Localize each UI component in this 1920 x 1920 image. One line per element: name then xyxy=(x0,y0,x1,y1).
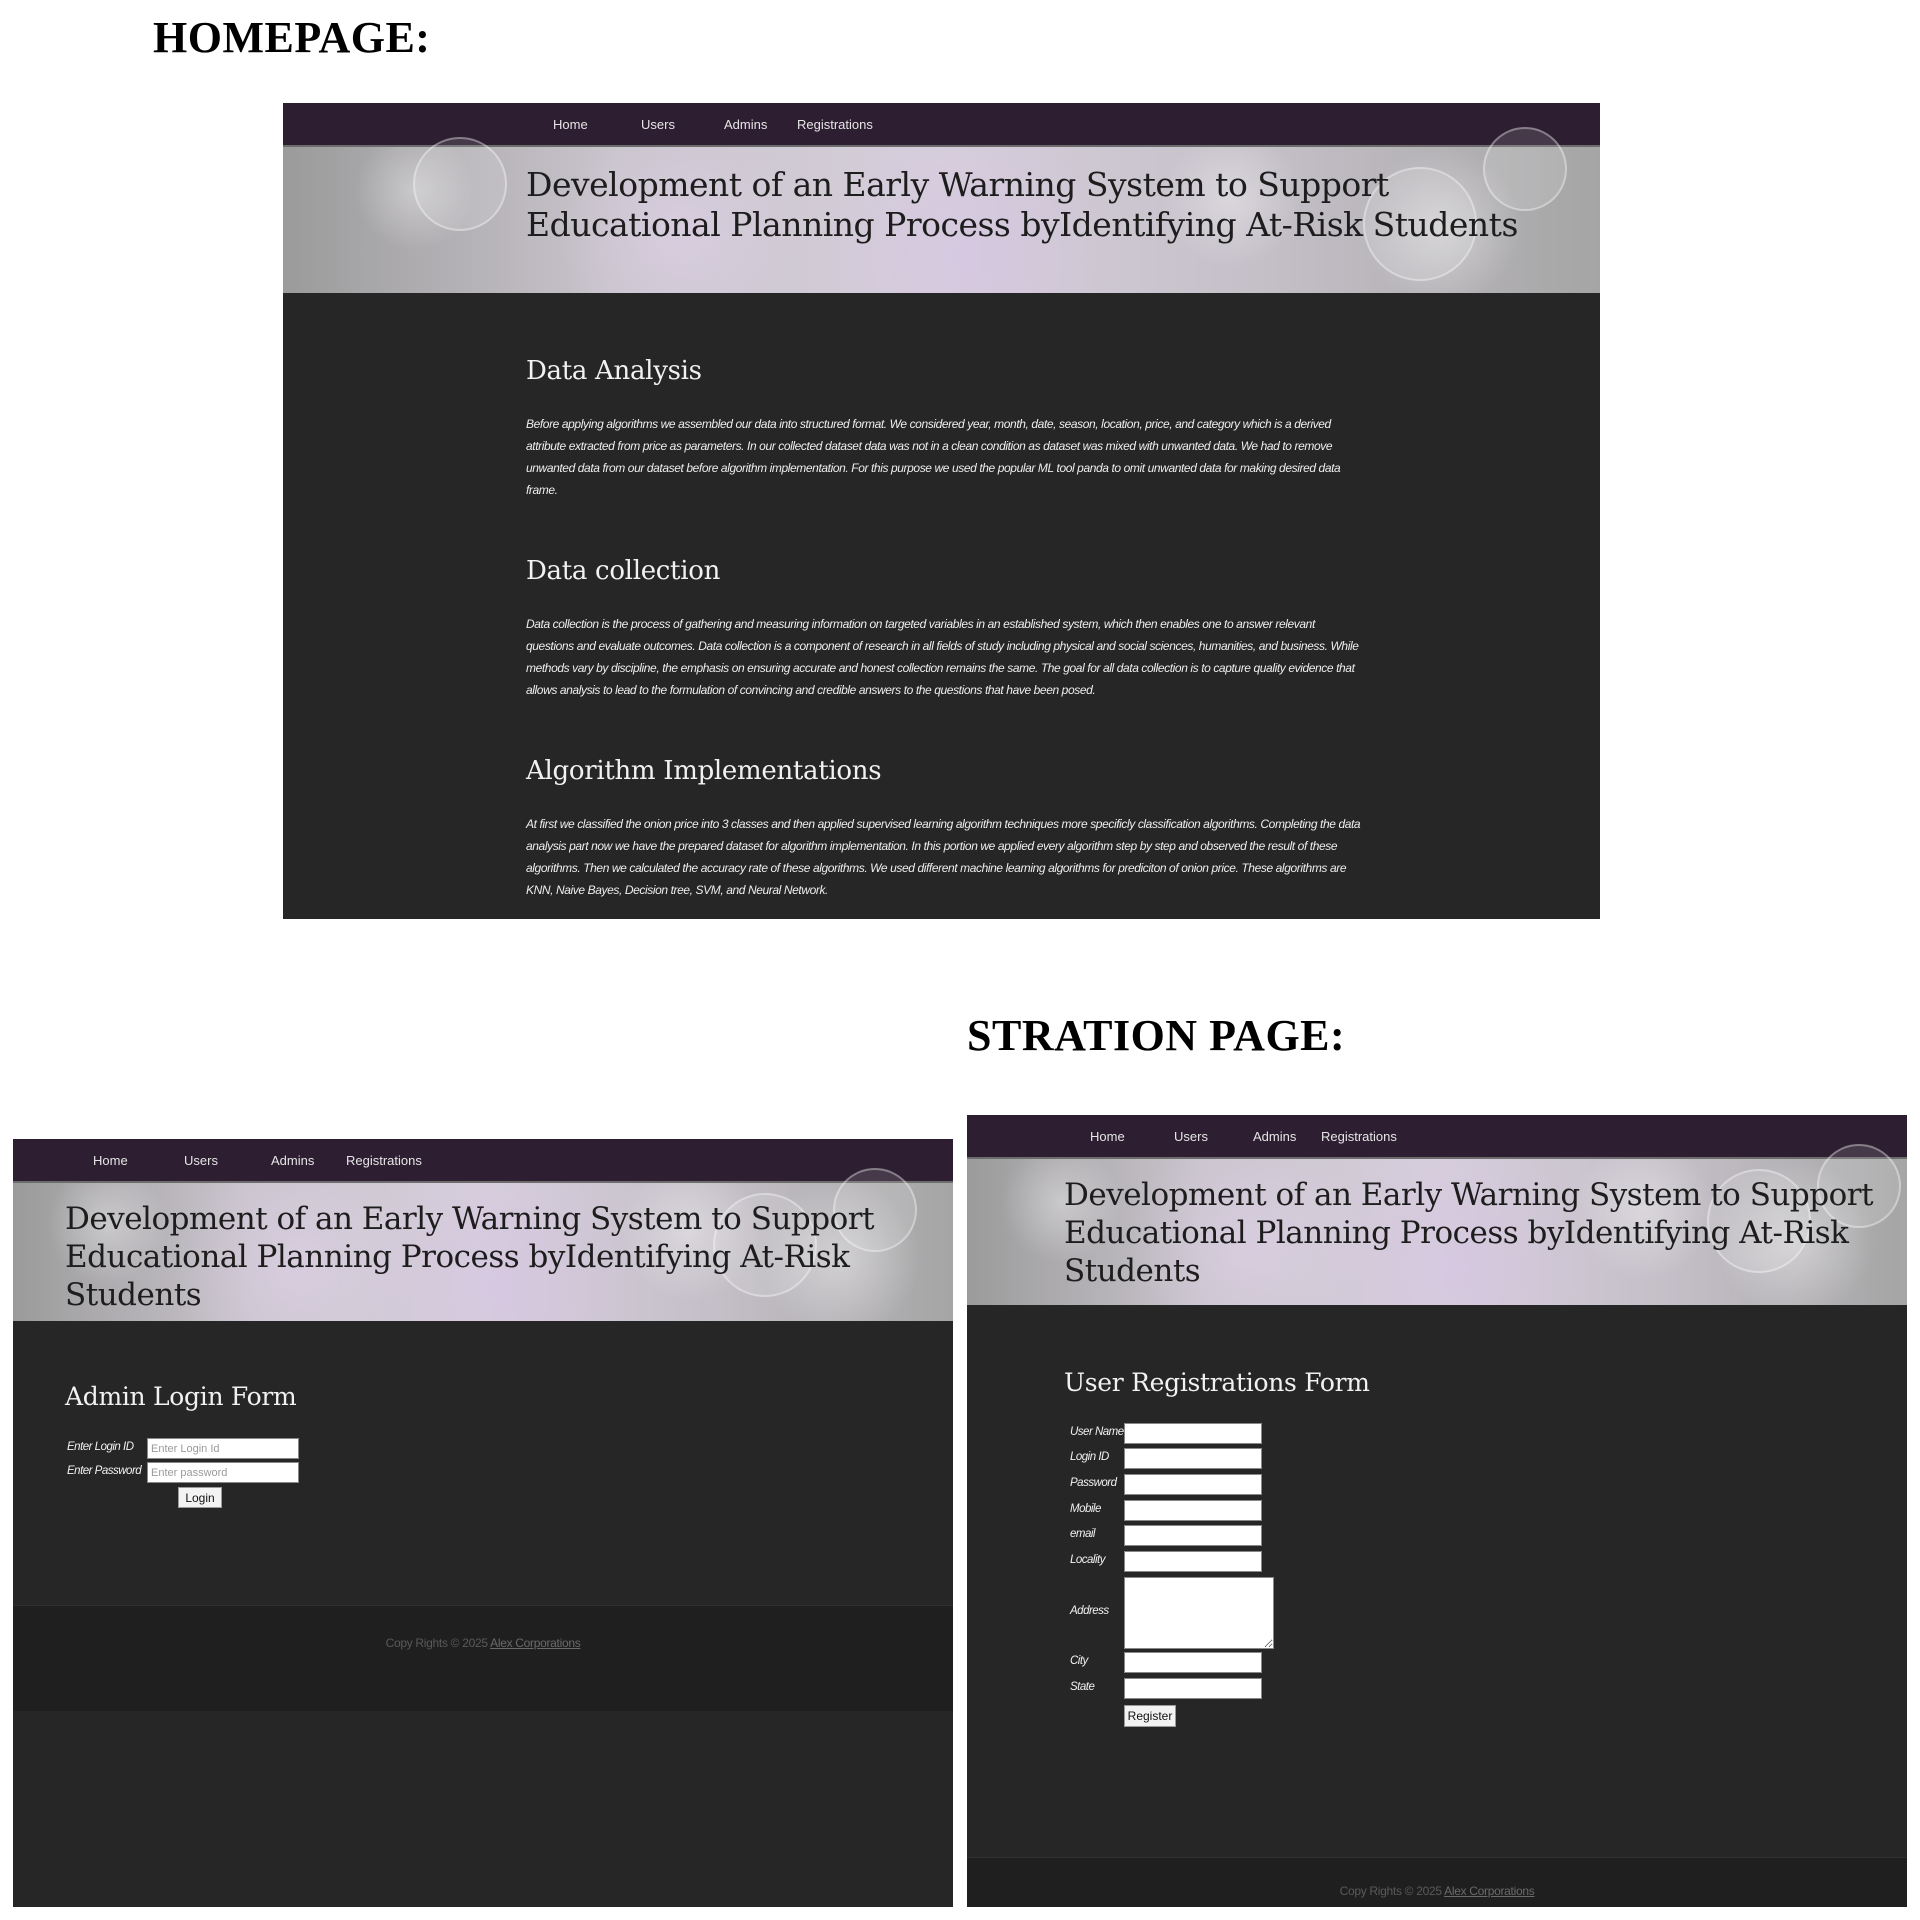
nav-users[interactable]: Users xyxy=(641,117,675,132)
copyright-label: Copy Rights © 2025 xyxy=(385,1636,488,1650)
footer: Copy Rights © 2025 Alex Corporations xyxy=(13,1605,953,1711)
section-heading: Data collection xyxy=(526,556,721,586)
login-id-label: Enter Login ID xyxy=(67,1441,134,1453)
section-heading: Data Analysis xyxy=(526,356,702,386)
section-body: Before applying algorithms we assembled … xyxy=(526,417,1341,497)
header-banner: Development of an Early Warning System t… xyxy=(13,1168,953,1321)
banner-bokeh xyxy=(413,137,507,231)
state-input[interactable] xyxy=(1124,1678,1262,1699)
login-button[interactable]: Login xyxy=(178,1487,222,1508)
admin-login-screenshot: Home Users Admins Registrations Developm… xyxy=(13,1139,953,1907)
homepage-screenshot: Home Users Admins Registrations Developm… xyxy=(283,103,1600,919)
nav-bar: Home Users Admins Registrations xyxy=(283,103,1600,145)
address-label: Address xyxy=(1070,1605,1109,1617)
password-label: Enter Password xyxy=(67,1465,142,1477)
site-title: Development of an Early Warning System t… xyxy=(526,165,1518,246)
footer: Copy Rights © 2025 Alex Corporations xyxy=(967,1857,1907,1907)
mobile-input[interactable] xyxy=(1124,1500,1262,1521)
copyright-label: Copy Rights © 2025 xyxy=(1339,1884,1442,1898)
city-label: City xyxy=(1070,1655,1088,1667)
company-link[interactable]: Alex Corporations xyxy=(490,1636,581,1650)
user-registration-screenshot: Home Users Admins Registrations Developm… xyxy=(967,1115,1907,1907)
nav-registrations[interactable]: Registrations xyxy=(346,1153,422,1168)
user-name-input[interactable] xyxy=(1124,1423,1262,1444)
nav-home[interactable]: Home xyxy=(553,117,588,132)
nav-bar: Home Users Admins Registrations xyxy=(967,1115,1907,1157)
nav-admins[interactable]: Admins xyxy=(1253,1129,1296,1144)
site-title: Development of an Early Warning System t… xyxy=(1064,1177,1907,1290)
city-input[interactable] xyxy=(1124,1652,1262,1673)
homepage-caption: HOMEPAGE: xyxy=(153,13,431,62)
email-label: email xyxy=(1070,1528,1095,1540)
site-title-line1: Development of an Early Warning System t… xyxy=(1064,1177,1874,1213)
nav-admins[interactable]: Admins xyxy=(724,117,767,132)
site-title-line1: Development of an Early Warning System t… xyxy=(526,165,1389,204)
form-title: User Registrations Form xyxy=(1064,1368,1370,1397)
registration-caption: STRATION PAGE: xyxy=(967,1011,1346,1060)
password-input[interactable] xyxy=(1124,1474,1262,1495)
register-button[interactable]: Register xyxy=(1124,1705,1176,1727)
login-id-label: Login ID xyxy=(1070,1451,1109,1463)
nav-registrations[interactable]: Registrations xyxy=(1321,1129,1397,1144)
copyright-text: Copy Rights © 2025 Alex Corporations xyxy=(13,1636,953,1650)
nav-users[interactable]: Users xyxy=(1174,1129,1208,1144)
nav-registrations[interactable]: Registrations xyxy=(797,117,873,132)
address-textarea[interactable] xyxy=(1124,1577,1274,1649)
nav-bar: Home Users Admins Registrations xyxy=(13,1139,953,1181)
nav-home[interactable]: Home xyxy=(1090,1129,1125,1144)
section-heading: Algorithm Implementations xyxy=(526,756,882,786)
site-title: Development of an Early Warning System t… xyxy=(65,1201,953,1314)
company-link[interactable]: Alex Corporations xyxy=(1444,1884,1535,1898)
user-name-label: User Name xyxy=(1070,1426,1124,1438)
nav-home[interactable]: Home xyxy=(93,1153,128,1168)
site-title-line1: Development of an Early Warning System t… xyxy=(65,1201,875,1237)
section-body: At first we classified the onion price i… xyxy=(526,817,1361,897)
login-id-input[interactable] xyxy=(1124,1448,1262,1469)
locality-label: Locality xyxy=(1070,1554,1106,1566)
form-title: Admin Login Form xyxy=(65,1382,297,1411)
section-body: Data collection is the process of gather… xyxy=(526,617,1359,697)
mobile-label: Mobile xyxy=(1070,1503,1101,1515)
locality-input[interactable] xyxy=(1124,1551,1262,1572)
password-label: Password xyxy=(1070,1477,1117,1489)
header-banner: Development of an Early Warning System t… xyxy=(283,127,1600,293)
site-title-line2: Educational Planning Process byIdentifyi… xyxy=(1064,1214,1849,1289)
site-title-line2: Educational Planning Process byIdentifyi… xyxy=(526,205,1518,245)
header-banner: Development of an Early Warning System t… xyxy=(967,1144,1907,1305)
email-input[interactable] xyxy=(1124,1525,1262,1546)
nav-admins[interactable]: Admins xyxy=(271,1153,314,1168)
copyright-text: Copy Rights © 2025 Alex Corporations xyxy=(967,1884,1907,1898)
state-label: State xyxy=(1070,1681,1095,1693)
nav-users[interactable]: Users xyxy=(184,1153,218,1168)
login-id-input[interactable] xyxy=(147,1438,299,1459)
password-input[interactable] xyxy=(147,1462,299,1483)
site-title-line2: Educational Planning Process byIdentifyi… xyxy=(65,1238,850,1313)
